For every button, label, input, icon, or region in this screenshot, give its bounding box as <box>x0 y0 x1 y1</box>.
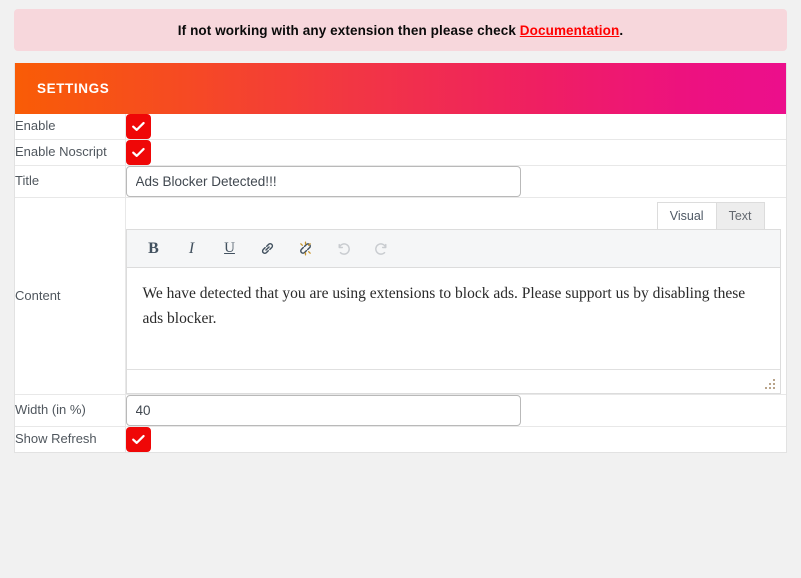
bold-icon[interactable]: B <box>143 238 165 260</box>
link-icon[interactable] <box>257 238 279 260</box>
documentation-link[interactable]: Documentation <box>520 23 620 38</box>
enable-checkbox[interactable] <box>125 114 151 139</box>
row-label-title: Title <box>15 165 126 198</box>
row-field-width <box>125 395 786 427</box>
editor-status-bar <box>126 369 780 393</box>
row-label-enable-noscript: Enable Noscript <box>15 139 126 166</box>
row-label-content: Content <box>15 197 126 395</box>
redo-icon[interactable] <box>371 238 393 260</box>
underline-icon[interactable]: U <box>219 238 241 260</box>
row-field-show-refresh <box>125 427 786 452</box>
title-input[interactable] <box>125 166 521 197</box>
row-field-title <box>125 166 786 198</box>
width-input[interactable] <box>125 395 521 426</box>
notice-text-after: . <box>619 22 624 38</box>
row-field-content: Visual Text B I U We have detected that … <box>125 198 786 395</box>
table-row-show-refresh: Show Refresh <box>15 426 786 452</box>
content-editor: Visual Text B I U We have detected that … <box>125 198 781 394</box>
table-row-content: Content Visual Text B I U We have detect… <box>15 197 786 395</box>
unlink-icon[interactable] <box>295 238 317 260</box>
notice-text-before: If not working with any extension then p… <box>177 22 520 38</box>
check-icon <box>131 147 145 157</box>
table-row-title: Title <box>15 165 786 198</box>
editor-tab-list: Visual Text <box>126 202 781 229</box>
settings-panel: SETTINGS Enable Enable Noscript Title Ad… <box>14 63 787 453</box>
editor-content-area[interactable]: We have detected that you are using exte… <box>127 268 780 369</box>
check-icon <box>131 434 145 444</box>
settings-panel-header: SETTINGS <box>15 63 786 114</box>
enable-noscript-checkbox[interactable] <box>125 140 151 165</box>
italic-icon[interactable]: I <box>181 238 203 260</box>
tab-visual[interactable]: Visual <box>656 202 717 229</box>
show-refresh-checkbox[interactable] <box>125 427 151 452</box>
row-label-width: Width (in %) <box>15 394 126 427</box>
table-row-enable-noscript: Enable Noscript <box>15 139 786 166</box>
row-label-enable: Enable <box>15 114 126 140</box>
page-title: SETTINGS <box>37 81 110 96</box>
check-icon <box>131 121 145 131</box>
undo-icon[interactable] <box>333 238 355 260</box>
row-field-enable-noscript <box>125 140 786 166</box>
editor-box: B I U We have detected that you are usin… <box>125 229 781 394</box>
tab-text[interactable]: Text <box>715 202 765 229</box>
resize-handle-icon[interactable] <box>763 377 777 391</box>
page-root: If not working with any extension then p… <box>0 0 801 578</box>
editor-toolbar: B I U <box>126 230 780 268</box>
table-row-width: Width (in %) <box>15 394 786 427</box>
notice-banner: If not working with any extension then p… <box>14 9 787 51</box>
notice-text: If not working with any extension then p… <box>178 23 623 38</box>
settings-form-table: Enable Enable Noscript Title Ads Blocker… <box>15 114 786 452</box>
row-label-show-refresh: Show Refresh <box>15 426 126 452</box>
table-row-enable: Enable <box>15 114 786 140</box>
row-field-enable <box>125 114 786 140</box>
